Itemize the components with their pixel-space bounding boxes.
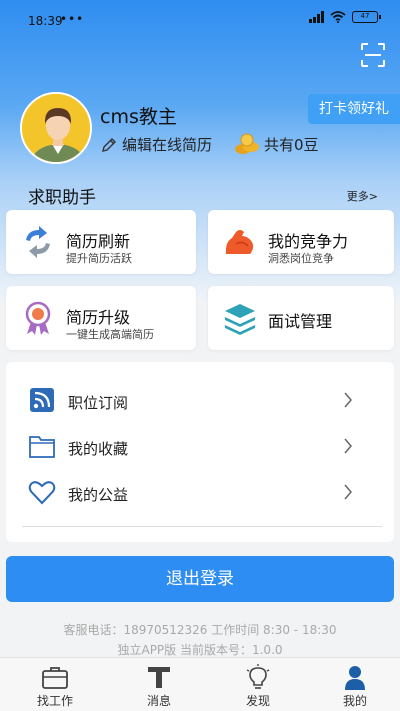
menu-item-favorites[interactable]: 我的收藏	[6, 424, 394, 470]
edit-resume-label: 编辑在线简历	[122, 136, 213, 154]
avatar-person-icon	[22, 94, 90, 162]
card-title: 面试管理	[268, 312, 333, 331]
chevron-right-icon	[344, 438, 352, 454]
logout-button[interactable]: 退出登录	[6, 556, 394, 602]
folder-icon	[29, 436, 55, 458]
tab-label: 消息	[146, 694, 171, 708]
status-icons: 47	[309, 11, 381, 23]
menu-list: 职位订阅 我的收藏 我的公益	[6, 362, 394, 542]
card-subtitle: 洞悉岗位竞争	[268, 252, 334, 265]
card-title: 简历升级	[66, 308, 131, 327]
menu-item-charity[interactable]: 我的公益	[6, 470, 394, 516]
message-icon	[148, 667, 170, 688]
card-title: 简历刷新	[66, 232, 131, 251]
chevron-right-icon	[344, 392, 352, 408]
tab-find-job[interactable]: 找工作	[5, 658, 105, 711]
pencil-icon	[102, 137, 116, 152]
status-bar: 18:39 ••• 47	[0, 0, 400, 40]
card-subtitle: 一键生成高端简历	[66, 328, 154, 341]
tab-messages[interactable]: 消息	[109, 658, 209, 711]
beans-balance[interactable]: 共有0豆	[234, 132, 319, 156]
chevron-right-icon	[344, 484, 352, 500]
menu-label: 我的收藏	[68, 440, 129, 458]
lightbulb-icon	[246, 664, 270, 689]
contact-info: 客服电话：18970512326 工作时间 8:30 - 18:30 独立APP…	[0, 620, 400, 660]
heart-icon	[28, 481, 56, 505]
tab-discover[interactable]: 发现	[208, 658, 308, 711]
status-time: 18:39	[28, 14, 63, 28]
person-icon	[345, 666, 365, 690]
more-link[interactable]: 更多>	[347, 188, 378, 204]
menu-label: 我的公益	[68, 486, 129, 504]
briefcase-icon	[42, 667, 68, 689]
rss-icon	[30, 388, 54, 412]
contact-line: 客服电话：18970512326 工作时间 8:30 - 18:30	[63, 623, 337, 637]
wifi-icon	[330, 11, 346, 23]
battery-icon: 47	[352, 11, 381, 23]
avatar[interactable]	[20, 92, 92, 164]
refresh-icon	[26, 226, 50, 258]
edit-resume-link[interactable]: 编辑在线简历	[100, 134, 212, 155]
competitiveness-card[interactable]: 我的竞争力 洞悉岗位竞争	[208, 210, 394, 274]
scan-icon[interactable]	[360, 42, 386, 68]
job-assistant-title: 求职助手	[28, 188, 96, 208]
interview-management-card[interactable]: 面试管理	[208, 286, 394, 350]
muscle-arm-icon	[225, 230, 254, 254]
menu-item-job-subscription[interactable]: 职位订阅	[6, 378, 394, 424]
tab-mine[interactable]: 我的	[305, 658, 400, 711]
checkin-reward-button[interactable]: 打卡领好礼	[308, 94, 400, 124]
tab-label: 发现	[245, 694, 270, 708]
tab-label: 我的	[342, 694, 367, 708]
tab-label: 找工作	[36, 694, 73, 708]
menu-label: 职位订阅	[68, 394, 129, 412]
username: cms教主	[100, 106, 177, 128]
card-title: 我的竞争力	[268, 232, 349, 251]
status-dots: •••	[60, 12, 85, 26]
tab-bar: 找工作 消息 发现 我的	[0, 657, 400, 711]
award-ribbon-icon	[25, 301, 51, 335]
gold-coins-icon	[235, 133, 259, 154]
resume-refresh-card[interactable]: 简历刷新 提升简历活跃	[6, 210, 196, 274]
resume-upgrade-card[interactable]: 简历升级 一键生成高端简历	[6, 286, 196, 350]
beans-label: 共有0豆	[264, 135, 319, 154]
menu-divider	[22, 526, 382, 527]
layers-icon	[225, 304, 255, 335]
signal-icon	[309, 11, 324, 23]
card-subtitle: 提升简历活跃	[66, 252, 132, 265]
